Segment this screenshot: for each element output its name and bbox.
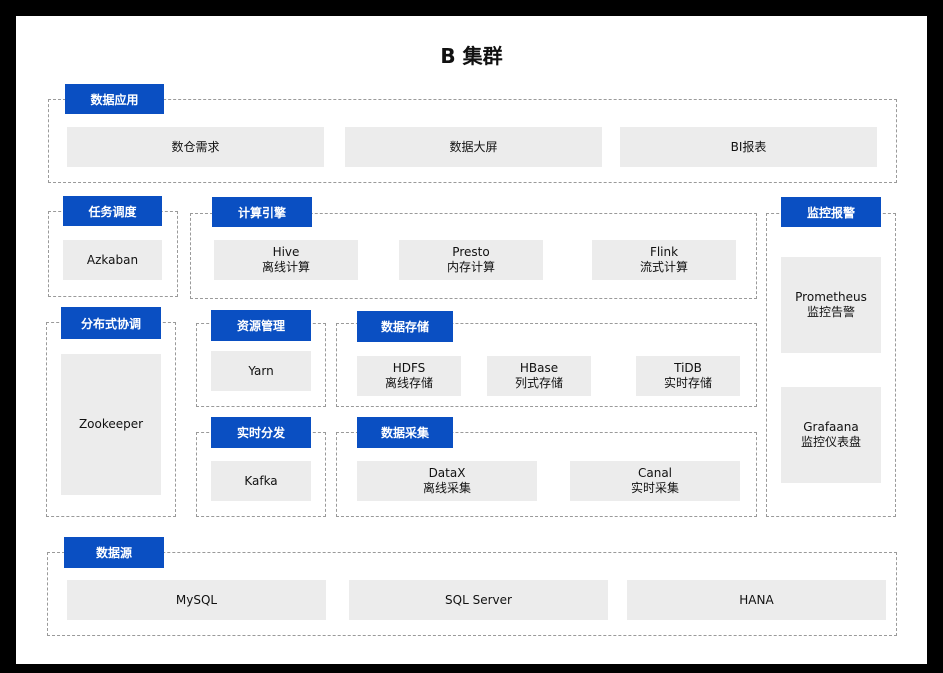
item-desc: 监控仪表盘	[800, 435, 861, 449]
coordination-item-1: Zookeeper	[61, 354, 161, 495]
item-name: HBase	[519, 361, 559, 375]
item-desc: 离线计算	[261, 260, 310, 274]
monitoring-item-2: Grafaana 监控仪表盘	[781, 387, 881, 483]
realtime-tag: 实时分发	[211, 417, 311, 448]
item-name: SQL Server	[445, 592, 512, 607]
item-name: Canal	[637, 466, 673, 480]
item-desc: 流式计算	[639, 260, 688, 274]
sources-item-3: HANA	[627, 580, 886, 620]
resource-tag: 资源管理	[211, 310, 311, 341]
coordination-tag: 分布式协调	[61, 307, 161, 339]
item-name: HDFS	[392, 361, 426, 375]
storage-item-2: HBase 列式存储	[487, 356, 591, 396]
item-name: TiDB	[674, 361, 702, 375]
item-name: MySQL	[175, 592, 218, 607]
collection-item-2: Canal 实时采集	[570, 461, 740, 501]
item-desc: 实时采集	[630, 481, 679, 495]
item-name: 数仓需求	[171, 139, 220, 154]
realtime-item-1: Kafka	[211, 461, 311, 501]
sources-tag: 数据源	[64, 537, 164, 568]
resource-item-1: Yarn	[211, 351, 311, 391]
item-name: HANA	[739, 592, 774, 607]
item-name: 数据大屏	[449, 139, 498, 154]
item-desc: 实时存储	[663, 376, 712, 390]
data-app-item-3: BI报表	[620, 127, 877, 167]
item-name: BI报表	[730, 139, 767, 154]
compute-item-3: Flink 流式计算	[592, 240, 736, 280]
compute-tag: 计算引擎	[212, 197, 312, 227]
item-desc: 监控告警	[806, 305, 855, 319]
item-name: Flink	[649, 245, 679, 259]
compute-item-1: Hive 离线计算	[214, 240, 358, 280]
item-name: Yarn	[248, 363, 274, 378]
data-app-tag: 数据应用	[65, 84, 164, 114]
collection-tag: 数据采集	[357, 417, 453, 448]
storage-item-1: HDFS 离线存储	[357, 356, 461, 396]
storage-tag: 数据存储	[357, 311, 453, 342]
monitoring-tag: 监控报警	[781, 197, 881, 227]
scheduling-tag: 任务调度	[63, 196, 162, 226]
item-name: DataX	[428, 466, 466, 480]
data-app-item-2: 数据大屏	[345, 127, 602, 167]
item-name: Prometheus	[795, 290, 867, 304]
item-name: Kafka	[244, 473, 278, 488]
sources-item-1: MySQL	[67, 580, 326, 620]
storage-item-3: TiDB 实时存储	[636, 356, 740, 396]
item-name: Presto	[452, 245, 490, 259]
item-desc: 内存计算	[446, 260, 495, 274]
item-name: Azkaban	[86, 252, 139, 267]
compute-item-2: Presto 内存计算	[399, 240, 543, 280]
monitoring-item-1: Prometheus 监控告警	[781, 257, 881, 353]
item-desc: 列式存储	[514, 376, 563, 390]
collection-item-1: DataX 离线采集	[357, 461, 537, 501]
diagram-title: B 集群	[440, 44, 503, 68]
item-name: Grafaana	[803, 420, 859, 434]
item-name: Hive	[272, 245, 300, 259]
item-desc: 离线存储	[384, 376, 433, 390]
item-desc: 离线采集	[422, 481, 471, 495]
sources-item-2: SQL Server	[349, 580, 608, 620]
data-app-item-1: 数仓需求	[67, 127, 324, 167]
scheduling-item-1: Azkaban	[63, 240, 162, 280]
item-name: Zookeeper	[78, 417, 144, 431]
